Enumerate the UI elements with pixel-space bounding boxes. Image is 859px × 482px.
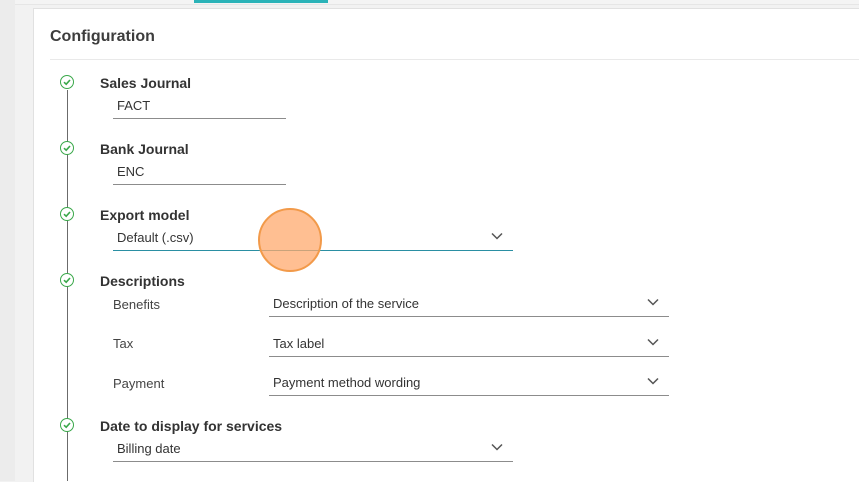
benefits-select[interactable]: Description of the service [269,294,669,317]
date-display-value: Billing date [117,441,181,456]
chevron-down-icon[interactable] [647,298,659,306]
benefits-value: Description of the service [273,296,419,311]
check-circle-icon [60,418,74,432]
click-indicator [258,208,322,272]
export-model-label: Export model [100,207,190,223]
tax-select[interactable]: Tax label [269,334,669,357]
sales-journal-field[interactable]: FACT [113,96,286,119]
date-display-select[interactable]: Billing date [113,439,513,462]
bank-journal-field[interactable]: ENC [113,162,286,185]
active-tab-indicator [194,0,328,3]
check-circle-icon [60,207,74,221]
check-circle-icon [60,273,74,287]
chevron-down-icon[interactable] [647,338,659,346]
left-gutter [0,0,15,481]
payment-select[interactable]: Payment method wording [269,373,669,396]
payment-value: Payment method wording [273,375,421,390]
chevron-down-icon[interactable] [491,443,503,451]
tax-label: Tax [113,336,134,351]
chevron-down-icon[interactable] [647,377,659,385]
sales-journal-label: Sales Journal [100,75,192,91]
tax-value: Tax label [273,336,325,351]
bank-journal-label: Bank Journal [100,141,189,157]
benefits-label: Benefits [113,297,160,312]
divider [50,59,859,60]
descriptions-label: Descriptions [100,273,185,289]
bank-journal-value: ENC [117,164,145,179]
tab-bar [15,0,859,5]
payment-label: Payment [113,376,165,391]
section-title: Configuration [50,28,155,45]
date-display-label: Date to display for services [100,418,283,434]
sales-journal-value: FACT [117,98,151,113]
check-circle-icon [60,75,74,89]
chevron-down-icon[interactable] [491,232,503,240]
check-circle-icon [60,141,74,155]
export-model-value: Default (.csv) [117,230,194,245]
